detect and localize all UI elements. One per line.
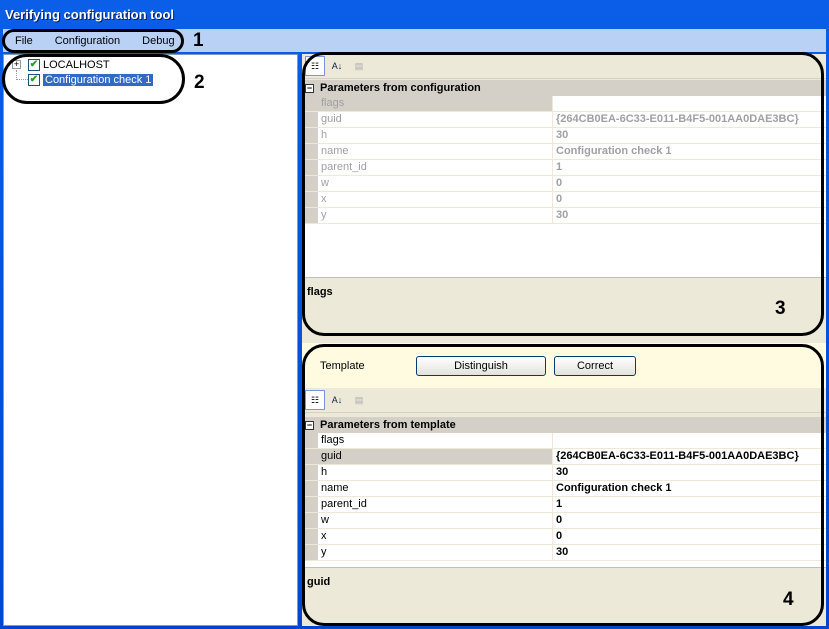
annotation-number: 1 <box>193 30 204 51</box>
annotation-number: 4 <box>783 589 794 610</box>
tree-view[interactable]: + ✔ LOCALHOST ✔ Configuration check 1 <box>3 54 298 626</box>
splitter[interactable] <box>302 335 826 343</box>
annotation-outline <box>302 344 824 626</box>
annotation-outline <box>2 54 185 104</box>
annotation-outline <box>302 52 824 336</box>
annotation-number: 2 <box>194 72 205 93</box>
window-title: Verifying configuration tool <box>5 7 174 22</box>
annotation-number: 3 <box>775 298 786 319</box>
annotation-outline <box>2 29 184 53</box>
